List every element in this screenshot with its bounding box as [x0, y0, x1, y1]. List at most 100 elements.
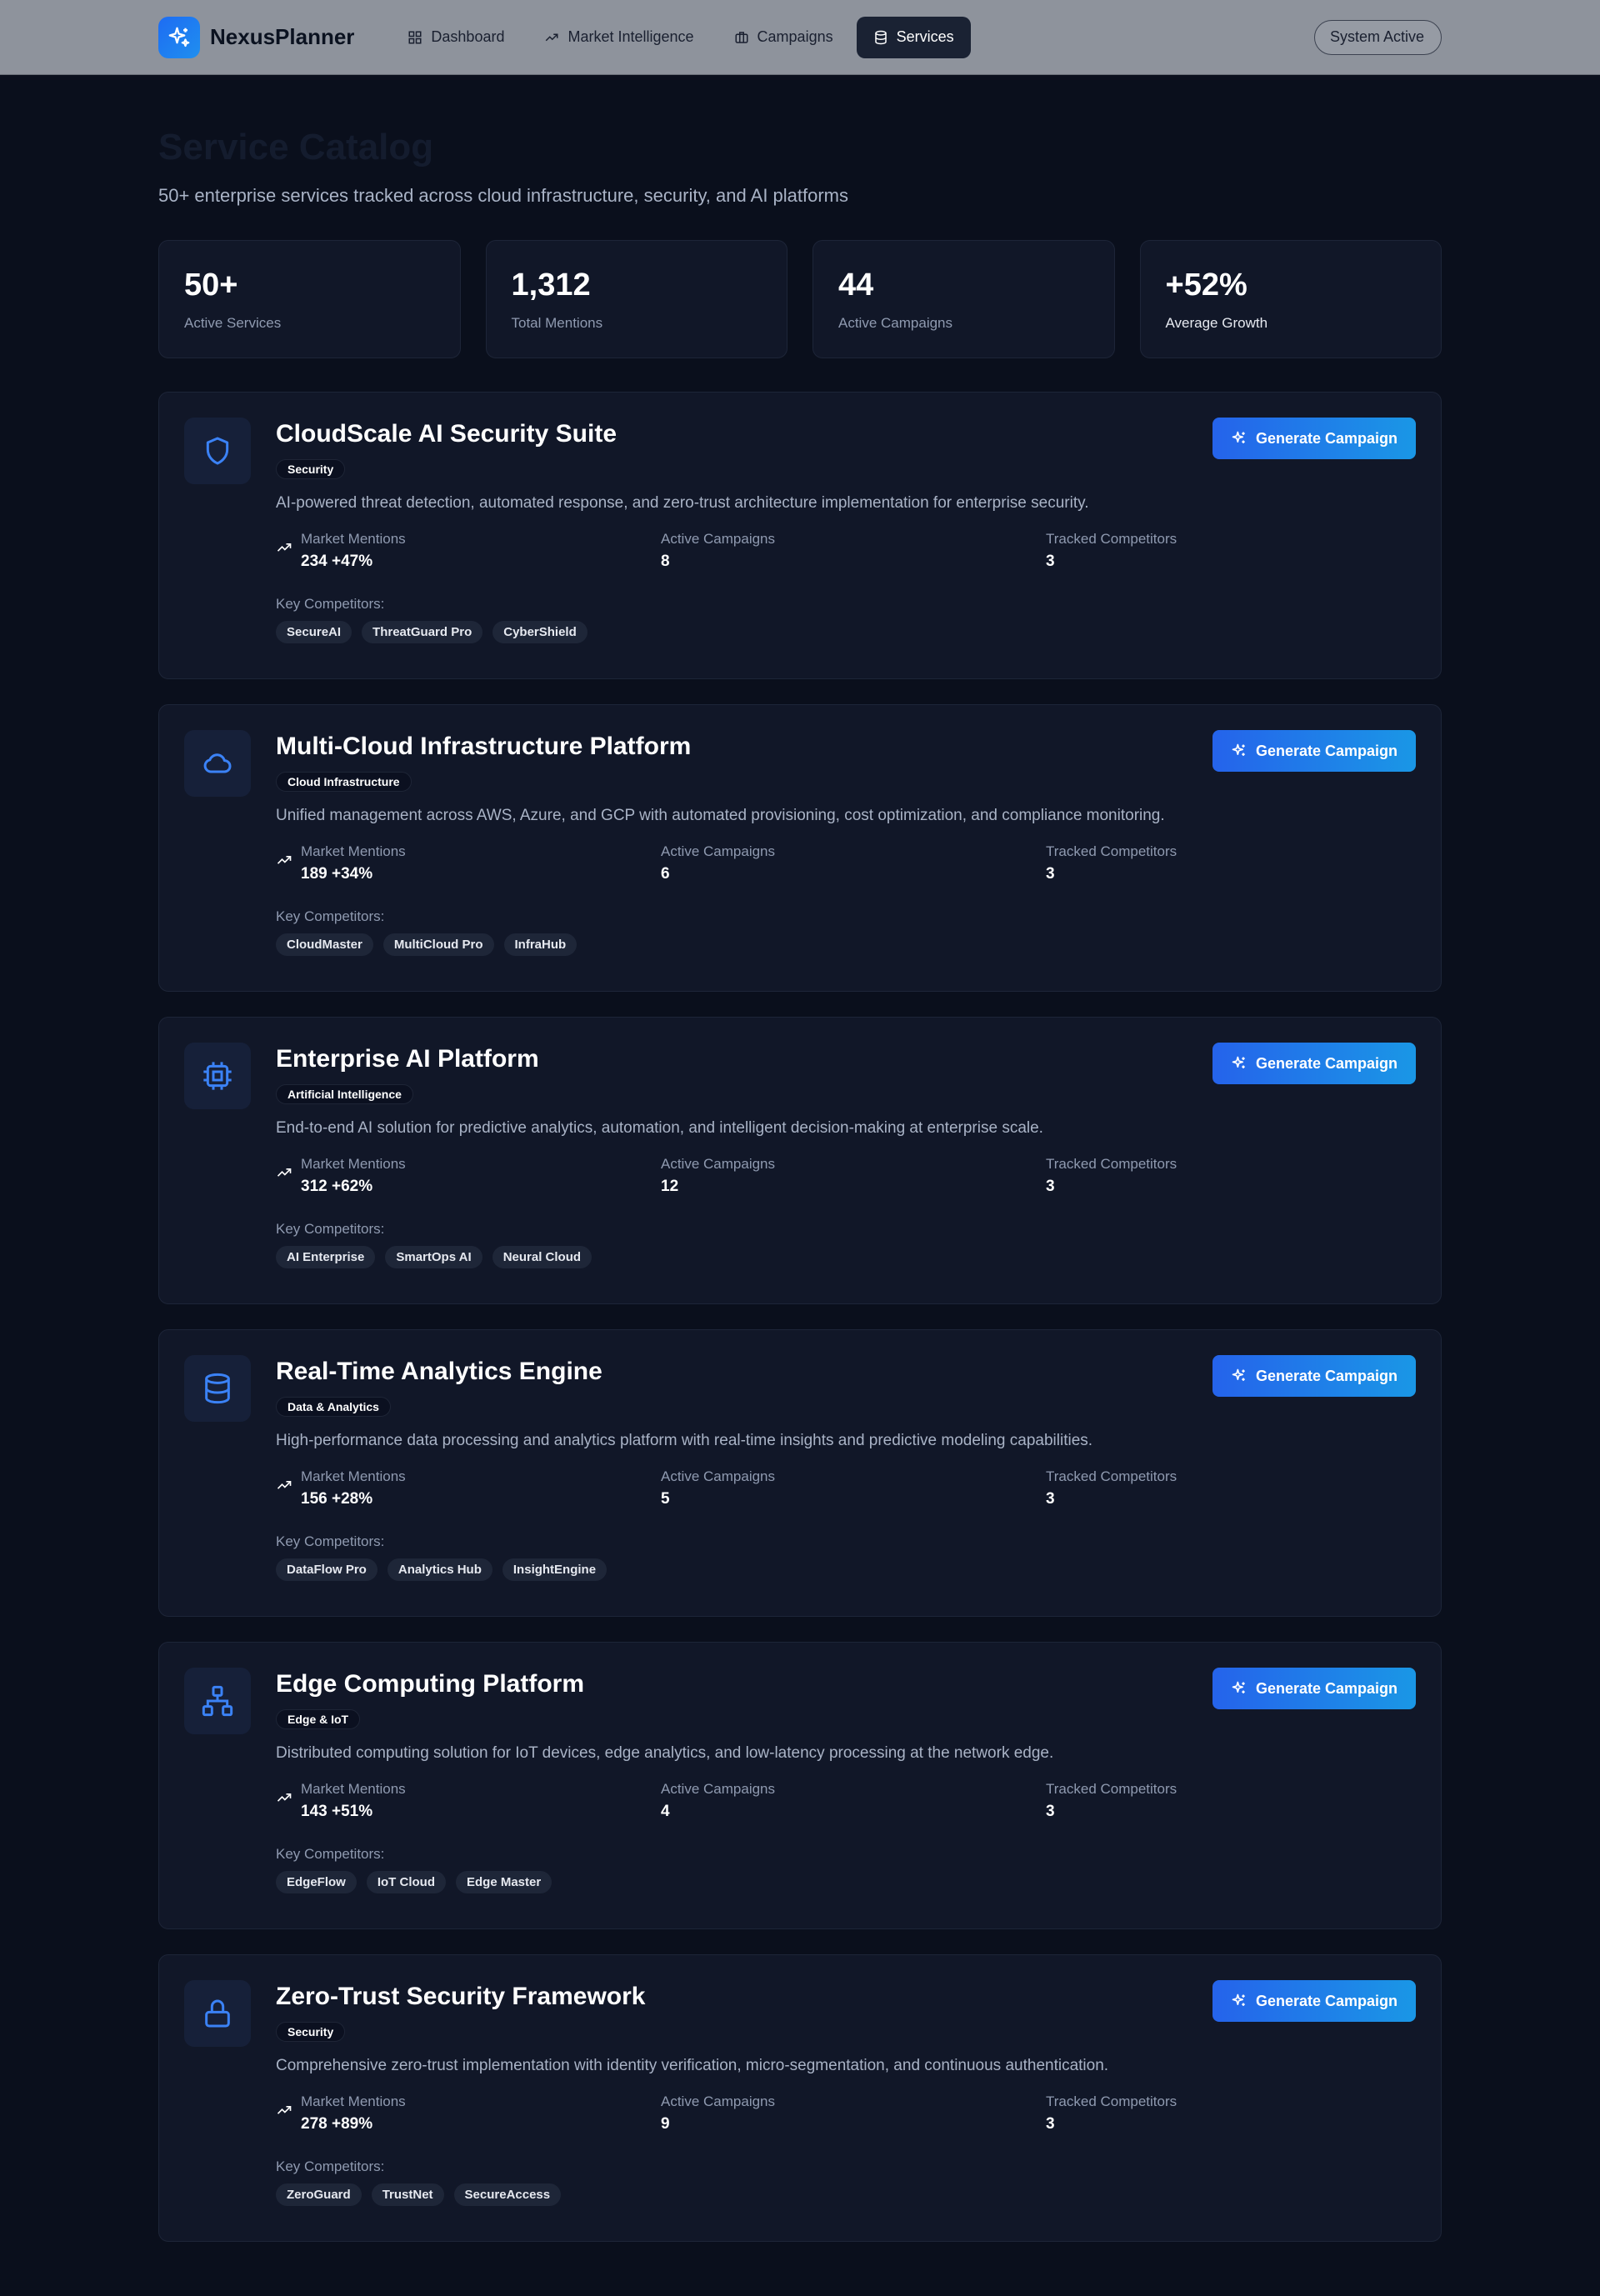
- competitor-chip: TrustNet: [371, 2183, 444, 2206]
- service-card: Real-Time Analytics Engine Data & Analyt…: [158, 1329, 1442, 1617]
- metric-active-campaigns: Active Campaigns 6: [661, 843, 1046, 883]
- stat-card-active-campaigns: 44 Active Campaigns: [812, 240, 1115, 358]
- nav-campaigns[interactable]: Campaigns: [718, 17, 850, 58]
- brand[interactable]: NexusPlanner: [158, 16, 355, 58]
- competitor-chip: InfraHub: [503, 933, 578, 956]
- competitor-chips: SecureAI ThreatGuard Pro CyberShield: [276, 621, 1431, 643]
- metric-market-mentions: Market Mentions 278 +89%: [276, 2093, 661, 2133]
- main-content: Service Catalog 50+ enterprise services …: [0, 75, 1600, 2242]
- service-metrics: Market Mentions 143 +51% Active Campaigns…: [276, 1781, 1431, 1821]
- metric-value: 189 +34%: [301, 865, 373, 883]
- metric-label: Market Mentions: [301, 843, 406, 859]
- brand-name: NexusPlanner: [210, 24, 355, 49]
- trend-up-icon: [277, 543, 292, 552]
- category-tag: Artificial Intelligence: [276, 1084, 413, 1104]
- nav-label: Market Intelligence: [568, 28, 694, 45]
- competitor-chips: AI Enterprise SmartOps AI Neural Cloud: [276, 1246, 1431, 1268]
- generate-campaign-button[interactable]: Generate Campaign: [1212, 1043, 1416, 1084]
- service-description: AI-powered threat detection, automated r…: [276, 494, 1089, 512]
- metric-value: 3: [1046, 1803, 1055, 1820]
- competitor-chip: SecureAI: [276, 621, 352, 643]
- service-description: High-performance data processing and ana…: [276, 1432, 1093, 1449]
- competitor-chip: CyberShield: [492, 621, 588, 643]
- metric-label: Market Mentions: [301, 1781, 406, 1797]
- trend-up-icon: [277, 1168, 292, 1177]
- metric-tracked-competitors: Tracked Competitors 3: [1046, 1156, 1431, 1196]
- sparkles-icon: [1232, 743, 1245, 756]
- services-list: CloudScale AI Security Suite Security AI…: [158, 392, 1442, 2242]
- metric-label: Active Campaigns: [661, 2093, 776, 2109]
- key-competitors-label: Key Competitors:: [276, 596, 385, 612]
- key-competitors-label: Key Competitors:: [276, 1533, 385, 1549]
- nav-market-intelligence[interactable]: Market Intelligence: [528, 17, 710, 58]
- metric-value: 312 +62%: [301, 1178, 373, 1195]
- competitor-chip: Analytics Hub: [387, 1558, 492, 1581]
- trend-up-icon: [277, 2106, 292, 2114]
- competitor-chip: InsightEngine: [502, 1558, 608, 1581]
- stats-row: 50+ Active Services 1,312 Total Mentions…: [158, 240, 1442, 358]
- sparkles-icon: [1232, 1056, 1245, 1068]
- metric-active-campaigns: Active Campaigns 9: [661, 2093, 1046, 2133]
- competitor-chip: EdgeFlow: [276, 1871, 357, 1893]
- metric-label: Active Campaigns: [661, 1781, 776, 1797]
- stat-value: 50+: [184, 268, 238, 303]
- competitor-chips: ZeroGuard TrustNet SecureAccess: [276, 2183, 1431, 2206]
- key-competitors-label: Key Competitors:: [276, 908, 385, 924]
- metric-label: Market Mentions: [301, 1468, 406, 1484]
- competitor-chips: EdgeFlow IoT Cloud Edge Master: [276, 1871, 1431, 1893]
- cloud-icon: [184, 730, 251, 797]
- metric-label: Tracked Competitors: [1046, 1156, 1178, 1172]
- metric-tracked-competitors: Tracked Competitors 3: [1046, 531, 1431, 571]
- metric-label: Tracked Competitors: [1046, 1468, 1178, 1484]
- service-metrics: Market Mentions 156 +28% Active Campaigns…: [276, 1468, 1431, 1508]
- metric-value: 4: [661, 1803, 670, 1820]
- metric-market-mentions: Market Mentions 156 +28%: [276, 1468, 661, 1508]
- stat-card-active-services: 50+ Active Services: [158, 240, 461, 358]
- category-tag: Cloud Infrastructure: [276, 772, 412, 792]
- category-tag: Data & Analytics: [276, 1397, 391, 1417]
- metric-value: 8: [661, 553, 670, 570]
- cpu-icon: [184, 1043, 251, 1109]
- page-title: Service Catalog: [158, 127, 434, 168]
- generate-campaign-button[interactable]: Generate Campaign: [1212, 1980, 1416, 2022]
- metric-market-mentions: Market Mentions 312 +62%: [276, 1156, 661, 1196]
- button-label: Generate Campaign: [1255, 1367, 1398, 1384]
- nav-services[interactable]: Services: [856, 16, 971, 58]
- nav-label: Dashboard: [431, 28, 505, 45]
- database-icon: [184, 1355, 251, 1422]
- category-tag: Security: [276, 2022, 346, 2042]
- metric-label: Active Campaigns: [661, 1468, 776, 1484]
- metric-tracked-competitors: Tracked Competitors 3: [1046, 1468, 1431, 1508]
- metric-value: 5: [661, 1490, 670, 1508]
- competitor-chip: Neural Cloud: [492, 1246, 592, 1268]
- nav-dashboard[interactable]: Dashboard: [391, 17, 521, 58]
- service-metrics: Market Mentions 312 +62% Active Campaigns…: [276, 1156, 1431, 1196]
- metric-value: 9: [661, 2115, 670, 2133]
- sparkles-icon: [1232, 1368, 1245, 1381]
- generate-campaign-button[interactable]: Generate Campaign: [1212, 730, 1416, 772]
- service-card: Enterprise AI Platform Artificial Intell…: [158, 1017, 1442, 1304]
- shield-icon: [184, 418, 251, 484]
- metric-tracked-competitors: Tracked Competitors 3: [1046, 2093, 1431, 2133]
- competitor-chip: Edge Master: [456, 1871, 552, 1893]
- metric-label: Tracked Competitors: [1046, 843, 1178, 859]
- metric-value: 12: [661, 1178, 679, 1195]
- trend-up-icon: [277, 1481, 292, 1489]
- nav-label: Campaigns: [757, 28, 833, 45]
- service-metrics: Market Mentions 234 +47% Active Campaigns…: [276, 531, 1431, 571]
- stat-label: Total Mentions: [511, 315, 603, 331]
- generate-campaign-button[interactable]: Generate Campaign: [1212, 1355, 1416, 1397]
- briefcase-icon: [735, 31, 748, 43]
- stat-value: 1,312: [511, 268, 591, 303]
- key-competitors-label: Key Competitors:: [276, 1221, 385, 1237]
- generate-campaign-button[interactable]: Generate Campaign: [1212, 418, 1416, 459]
- generate-campaign-button[interactable]: Generate Campaign: [1212, 1668, 1416, 1709]
- trend-icon: [546, 33, 558, 41]
- metric-value: 156 +28%: [301, 1490, 373, 1508]
- category-tag: Edge & IoT: [276, 1709, 361, 1729]
- competitor-chip: ZeroGuard: [276, 2183, 362, 2206]
- metric-active-campaigns: Active Campaigns 5: [661, 1468, 1046, 1508]
- metric-tracked-competitors: Tracked Competitors 3: [1046, 843, 1431, 883]
- competitor-chip: CloudMaster: [276, 933, 373, 956]
- nav-label: Services: [896, 28, 954, 45]
